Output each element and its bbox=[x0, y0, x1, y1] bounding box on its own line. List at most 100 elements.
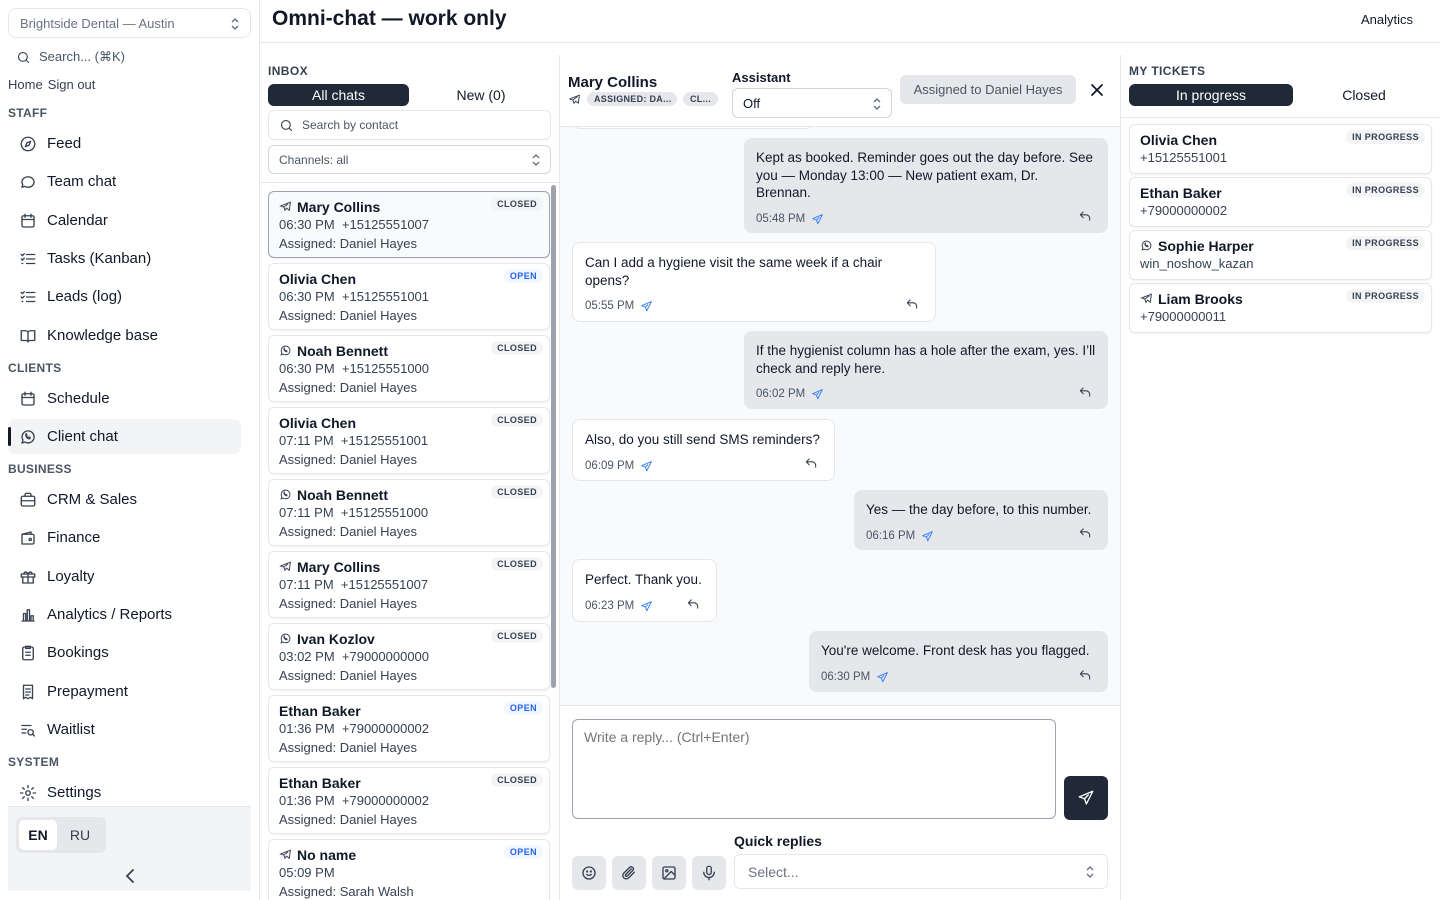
reply-icon[interactable] bbox=[1078, 668, 1092, 682]
chevron-updown-icon bbox=[231, 18, 239, 30]
chevron-left-icon[interactable] bbox=[123, 867, 139, 885]
send-button[interactable] bbox=[1064, 776, 1108, 820]
sidebar-item-prepayment[interactable]: Prepayment bbox=[8, 674, 241, 709]
assigned-button[interactable]: Assigned to Daniel Hayes bbox=[900, 75, 1076, 104]
chat-list-item[interactable]: Noah Bennett 06:30 PM +15125551000 Assigne… bbox=[268, 335, 550, 402]
conversation-contact-name: Mary Collins bbox=[568, 74, 658, 91]
attach-button[interactable] bbox=[612, 856, 646, 890]
sidebar-item-crm[interactable]: CRM & Sales bbox=[8, 482, 241, 517]
lang-ru-button[interactable]: RU bbox=[61, 820, 99, 850]
ticket-item[interactable]: Ethan Baker +79000000002 IN PROGRESS bbox=[1129, 177, 1432, 227]
sidebar-item-bookings[interactable]: Bookings bbox=[8, 635, 241, 670]
reply-input[interactable] bbox=[572, 719, 1056, 819]
message-list[interactable]: Kept as booked. Reminder goes out the da… bbox=[560, 127, 1120, 705]
reply-icon[interactable] bbox=[905, 297, 919, 311]
sidebar-item-calendar[interactable]: Calendar bbox=[8, 203, 241, 238]
sidebar-item-settings[interactable]: Settings bbox=[8, 775, 241, 810]
status-badge: CLOSED bbox=[491, 629, 543, 643]
lang-en-button[interactable]: EN bbox=[19, 820, 57, 850]
image-button[interactable] bbox=[652, 856, 686, 890]
chat-list-item[interactable]: Olivia Chen 06:30 PM +15125551001 Assigned… bbox=[268, 263, 550, 330]
conversation-tags: ASSIGNED: DA... CL... bbox=[568, 92, 718, 106]
analytics-link[interactable]: Analytics bbox=[1361, 12, 1413, 27]
ticket-name: Ethan Baker bbox=[1140, 184, 1222, 201]
channel-filter-select[interactable]: Channels: all bbox=[268, 145, 551, 174]
reply-icon[interactable] bbox=[1078, 209, 1092, 223]
emoji-button[interactable] bbox=[572, 856, 606, 890]
reply-icon[interactable] bbox=[804, 456, 818, 470]
signout-link[interactable]: Sign out bbox=[48, 77, 96, 92]
tab-new-chats[interactable]: New (0) bbox=[411, 84, 551, 106]
message-text: Also, do you still send SMS reminders? bbox=[585, 432, 820, 447]
chat-list-item[interactable]: Ivan Kozlov 03:02 PM +79000000000 Assigned… bbox=[268, 623, 550, 690]
chat-item-assignee: Assigned: Daniel Hayes bbox=[279, 524, 418, 539]
ticket-item[interactable]: Sophie Harper win_noshow_kazan IN PROGRESS bbox=[1129, 230, 1432, 280]
chat-item-name: Noah Bennett bbox=[297, 486, 388, 503]
assistant-select[interactable]: Off bbox=[732, 88, 892, 118]
sidebar-item-tasks[interactable]: Tasks (Kanban) bbox=[8, 241, 241, 276]
chat-list-item[interactable]: Mary Collins 06:30 PM +15125551007 Assigne… bbox=[268, 191, 550, 258]
message-text: Kept as booked. Reminder goes out the da… bbox=[756, 150, 1093, 200]
telegram-icon bbox=[1140, 293, 1152, 304]
voice-button[interactable] bbox=[692, 856, 726, 890]
chat-list-item[interactable]: Mary Collins 07:11 PM +15125551007 Assigne… bbox=[268, 551, 550, 618]
sidebar-item-finance[interactable]: Finance bbox=[8, 520, 241, 555]
sidebar-item-knowledge-base[interactable]: Knowledge base bbox=[8, 318, 241, 353]
chat-item-assignee: Assigned: Daniel Hayes bbox=[279, 740, 418, 755]
ticket-subtitle: win_noshow_kazan bbox=[1140, 256, 1254, 271]
tab-closed[interactable]: Closed bbox=[1295, 84, 1433, 106]
conversation-panel: Mary Collins ASSIGNED: DA... CL... Assis… bbox=[560, 55, 1120, 900]
chat-list-item[interactable]: Ethan Baker 01:36 PM +79000000002 Assigned… bbox=[268, 767, 550, 834]
chat-item-time: 06:30 PM bbox=[279, 361, 335, 376]
chat-list-item[interactable]: No name 05:09 PM Assigned: Sarah Walsh OPE… bbox=[268, 839, 550, 900]
quick-replies-label: Quick replies bbox=[734, 833, 822, 849]
message-bubble-partial bbox=[572, 127, 814, 129]
inbox-title: INBOX bbox=[268, 64, 309, 78]
chat-list-item[interactable]: Olivia Chen 07:11 PM +15125551001 Assigned… bbox=[268, 407, 550, 474]
chat-item-meta: 01:36 PM +79000000002 bbox=[279, 721, 539, 739]
sidebar-item-client-chat[interactable]: Client chat bbox=[8, 419, 241, 454]
conversation-header: Mary Collins ASSIGNED: DA... CL... Assis… bbox=[560, 55, 1120, 127]
reply-icon[interactable] bbox=[1078, 385, 1092, 399]
reply-icon[interactable] bbox=[1078, 526, 1092, 540]
message-meta: 05:48 PM bbox=[756, 211, 1096, 229]
sidebar-item-loyalty[interactable]: Loyalty bbox=[8, 559, 241, 594]
reply-icon[interactable] bbox=[686, 597, 700, 611]
sidebar-item-schedule[interactable]: Schedule bbox=[8, 381, 241, 416]
sidebar-item-analytics[interactable]: Analytics / Reports bbox=[8, 597, 241, 632]
sidebar-search-placeholder: Search... (⌘K) bbox=[39, 49, 125, 64]
ticket-name: Liam Brooks bbox=[1158, 290, 1243, 307]
ticket-item[interactable]: Liam Brooks +79000000011 IN PROGRESS bbox=[1129, 283, 1432, 333]
quick-replies-select[interactable]: Select... bbox=[734, 854, 1108, 889]
compass-icon bbox=[20, 136, 36, 151]
tab-all-chats[interactable]: All chats bbox=[268, 84, 409, 106]
home-link[interactable]: Home bbox=[8, 77, 43, 92]
list-checks-icon bbox=[20, 252, 36, 264]
quick-replies-placeholder: Select... bbox=[748, 864, 799, 880]
sidebar-item-waitlist[interactable]: Waitlist bbox=[8, 712, 241, 747]
chat-list-item[interactable]: Ethan Baker 01:36 PM +79000000002 Assigned… bbox=[268, 695, 550, 762]
ticket-item[interactable]: Olivia Chen +15125551001 IN PROGRESS bbox=[1129, 124, 1432, 174]
sidebar-search[interactable]: Search... (⌘K) bbox=[8, 44, 251, 70]
message-text: Yes — the day before, to this number. bbox=[866, 502, 1092, 517]
search-icon bbox=[17, 51, 30, 63]
sidebar-item-leads[interactable]: Leads (log) bbox=[8, 279, 241, 314]
tickets-title: MY TICKETS bbox=[1129, 64, 1206, 78]
inbox-search-input[interactable]: Search by contact bbox=[268, 110, 551, 140]
close-icon[interactable] bbox=[1088, 81, 1106, 99]
sidebar-item-label: Analytics / Reports bbox=[47, 606, 173, 623]
org-select[interactable]: Brightside Dental — Austin bbox=[8, 8, 251, 38]
sidebar-item-team-chat[interactable]: Team chat bbox=[8, 164, 241, 199]
chat-item-phone: +79000000000 bbox=[341, 649, 430, 664]
sidebar-item-feed[interactable]: Feed bbox=[8, 126, 241, 161]
sent-icon bbox=[812, 389, 824, 400]
chat-item-assignee: Assigned: Daniel Hayes bbox=[279, 668, 418, 683]
chat-item-phone: +15125551000 bbox=[341, 361, 430, 376]
chat-item-phone: +79000000002 bbox=[341, 721, 430, 736]
chat-list-scrollbar[interactable] bbox=[551, 185, 556, 688]
tab-in-progress[interactable]: In progress bbox=[1129, 84, 1293, 106]
chat-list-item[interactable]: Noah Bennett 07:11 PM +15125551000 Assigne… bbox=[268, 479, 550, 546]
